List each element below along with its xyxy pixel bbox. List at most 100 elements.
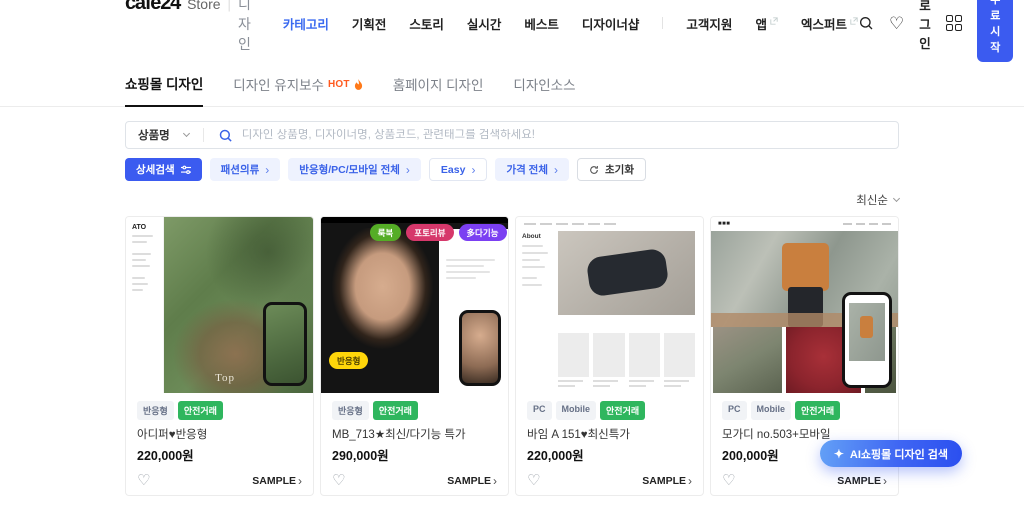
product-thumbnail[interactable]: About xyxy=(516,217,703,393)
phone-mockup xyxy=(263,302,307,386)
thumb-site-header xyxy=(524,221,695,227)
filter-chip-price[interactable]: 가격 전체 › xyxy=(495,158,569,181)
logo-store-text: Store xyxy=(187,0,221,12)
search-icon xyxy=(219,129,232,142)
filter-chip-platform-label: 반응형/PC/모바일 전체 xyxy=(299,164,400,176)
sample-link[interactable]: SAMPLE › xyxy=(837,475,887,487)
photo-review-tag: 포토리뷰 xyxy=(406,224,454,241)
thumb-site-logo: ATO xyxy=(132,224,147,231)
nav-item-exhibition[interactable]: 기획전 xyxy=(352,14,387,33)
product-thumbnail[interactable]: ATO Top xyxy=(126,217,313,393)
tab-design-source[interactable]: 디자인소스 xyxy=(513,74,575,106)
thumb-topbar xyxy=(321,217,508,223)
multifunction-tag: 多다기능 xyxy=(458,224,507,241)
tab-homepage-design[interactable]: 홈페이지 디자인 xyxy=(393,74,484,106)
main-nav: 카테고리 기획전 스토리 실시간 베스트 디자이너샵 고객지원 앱 엑스퍼트 xyxy=(283,14,858,33)
nav-item-expert-label: 엑스퍼트 xyxy=(800,17,847,32)
filter-chip-platform[interactable]: 반응형/PC/모바일 전체 › xyxy=(288,158,421,181)
sample-link[interactable]: SAMPLE › xyxy=(642,475,692,487)
cafe24-logo[interactable]: cafe24 Store | 디자인 xyxy=(125,0,251,54)
category-tabs: 쇼핑몰 디자인 디자인 유지보수 HOT 홈페이지 디자인 디자인소스 xyxy=(125,73,899,107)
tabs-band: 쇼핑몰 디자인 디자인 유지보수 HOT 홈페이지 디자인 디자인소스 xyxy=(0,73,1024,107)
product-card[interactable]: 룩북 포토리뷰 多다기능 반응형 반응형 안전거래 MB_713★최신/다기능 … xyxy=(320,216,509,496)
top-header: cafe24 Store | 디자인 카테고리 기획전 스토리 실시간 베스트 … xyxy=(0,0,1024,62)
thumb-site-header: ■■■ xyxy=(711,217,898,231)
product-thumbnail[interactable]: ■■■ xyxy=(711,217,898,393)
thumb-site-logo: ■■■ xyxy=(718,221,731,227)
nav-item-realtime[interactable]: 실시간 xyxy=(467,14,502,33)
app-launcher-icon[interactable] xyxy=(945,14,963,32)
tab-design-maintenance[interactable]: 디자인 유지보수 HOT xyxy=(233,74,362,106)
badge-row: 반응형 안전거래 xyxy=(332,401,497,420)
search-divider xyxy=(202,128,204,142)
product-card[interactable]: ATO Top 반응형 안전거래 아디퍼♥반응형 220,000원 ♡ SAMP… xyxy=(125,216,314,496)
product-thumbnail[interactable]: 룩북 포토리뷰 多다기능 반응형 xyxy=(321,217,508,393)
detail-search-label: 상세검색 xyxy=(136,164,175,176)
tab-design-maintenance-label: 디자인 유지보수 xyxy=(233,78,324,93)
product-info: 반응형 안전거래 아디퍼♥반응형 220,000원 ♡ SAMPLE › xyxy=(126,393,313,495)
filter-chip-fashion[interactable]: 패션의류 › xyxy=(209,158,281,181)
feature-tag-row: 룩북 포토리뷰 多다기능 xyxy=(369,224,507,241)
logo-divider: | xyxy=(227,0,231,12)
nav-item-expert[interactable]: 엑스퍼트 xyxy=(801,14,858,33)
login-link[interactable]: 로그인 xyxy=(919,0,931,52)
sort-dropdown[interactable]: 최신순 xyxy=(856,192,901,208)
ai-design-search-button[interactable]: ✦ AI쇼핑몰 디자인 검색 xyxy=(819,440,962,467)
favorite-heart-icon[interactable]: ♡ xyxy=(722,473,735,488)
favorite-heart-icon[interactable]: ♡ xyxy=(527,473,540,488)
nav-item-designershop[interactable]: 디자이너샵 xyxy=(582,14,640,33)
responsive-image-badge: 반응형 xyxy=(329,352,369,369)
product-grid: ATO Top 반응형 안전거래 아디퍼♥반응형 220,000원 ♡ SAMP… xyxy=(125,216,899,511)
sample-label: SAMPLE xyxy=(837,474,881,487)
chevron-down-icon xyxy=(182,129,190,138)
nav-item-app-label: 앱 xyxy=(755,17,767,32)
chevron-right-icon: › xyxy=(471,162,476,177)
nav-item-app[interactable]: 앱 xyxy=(755,14,778,33)
thumb-hero-photo xyxy=(558,231,695,315)
product-title: 바임 A 151♥최신특가 xyxy=(527,429,630,441)
free-start-button[interactable]: 무료시작 xyxy=(977,0,1014,62)
search-category-dropdown[interactable]: 상품명 xyxy=(138,127,190,143)
design-search-bar: 상품명 xyxy=(125,121,899,149)
filter-chip-easy[interactable]: Easy › xyxy=(428,158,488,181)
nav-item-story[interactable]: 스토리 xyxy=(409,14,444,33)
pc-badge: PC xyxy=(527,401,552,420)
product-card[interactable]: About PC Mobile 안전거래 바임 A 151♥최신특가 220,0… xyxy=(515,216,704,496)
product-price: 220,000원 xyxy=(527,449,584,463)
chevron-right-icon: › xyxy=(883,473,887,488)
card-footer: ♡ SAMPLE › xyxy=(332,473,497,488)
chevron-right-icon: › xyxy=(688,473,692,488)
safe-trade-badge: 안전거래 xyxy=(372,401,418,420)
sample-label: SAMPLE xyxy=(642,474,686,487)
sample-label: SAMPLE xyxy=(447,474,491,487)
sliders-filter-icon xyxy=(180,165,191,174)
search-category-value: 상품명 xyxy=(138,130,170,142)
card-footer: ♡ SAMPLE › xyxy=(527,473,692,488)
search-icon[interactable] xyxy=(858,15,874,31)
favorite-heart-icon[interactable]: ♡ xyxy=(332,473,345,488)
sample-link[interactable]: SAMPLE › xyxy=(252,475,302,487)
nav-item-support[interactable]: 고객지원 xyxy=(686,14,732,33)
reset-filters-button[interactable]: 초기화 xyxy=(577,158,646,181)
favorite-heart-icon[interactable]: ♡ xyxy=(137,473,150,488)
product-price: 290,000원 xyxy=(332,449,389,463)
tab-shop-design[interactable]: 쇼핑몰 디자인 xyxy=(125,73,204,107)
thumb-hero-photo: Top xyxy=(164,217,313,393)
nav-item-best[interactable]: 베스트 xyxy=(524,14,559,33)
thumb-product-list xyxy=(558,333,695,387)
reset-filters-label: 초기화 xyxy=(605,164,634,176)
filter-chip-row: 상세검색 패션의류 › 반응형/PC/모바일 전체 › Easy › 가격 전체 › 초… xyxy=(125,158,899,181)
nav-item-category[interactable]: 카테고리 xyxy=(283,14,329,33)
card-footer: ♡ SAMPLE › xyxy=(722,473,887,488)
phone-mockup xyxy=(459,310,501,386)
chevron-down-icon xyxy=(892,194,901,203)
sort-selected-value: 최신순 xyxy=(856,195,888,207)
wishlist-heart-icon[interactable]: ♡ xyxy=(889,15,904,32)
header-actions: ♡ 로그인 무료시작 xyxy=(858,0,1014,62)
mobile-badge: Mobile xyxy=(750,401,792,420)
safe-trade-badge: 안전거래 xyxy=(795,401,841,420)
detail-search-button[interactable]: 상세검색 xyxy=(125,158,202,181)
flame-icon xyxy=(354,78,362,90)
search-input[interactable] xyxy=(241,129,886,141)
sample-link[interactable]: SAMPLE › xyxy=(447,475,497,487)
